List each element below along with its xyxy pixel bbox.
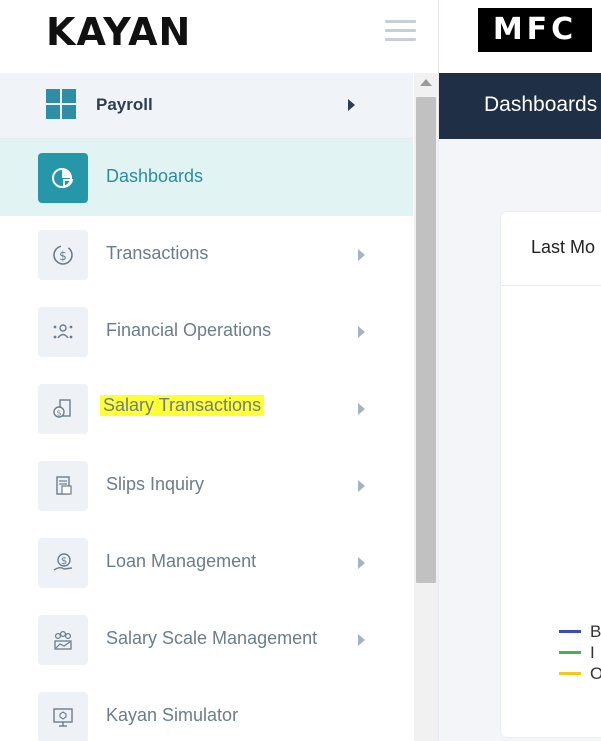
svg-text:$: $ [61,556,67,567]
divider [501,285,601,286]
dashboard-card: Last Mo B I O [501,212,601,737]
sidebar-menu: Payroll Dashboards $ Transactions Financ… [0,73,413,741]
sidebar: KAYAN Payroll Dashboards $ Transactions … [0,0,439,741]
page-header: Dashboards [439,73,601,139]
chevron-right-icon [358,403,365,415]
sidebar-item-financial-operations[interactable]: Financial Operations [0,293,413,370]
chevron-right-icon [348,99,355,111]
sidebar-item-label: Dashboards [106,166,204,186]
sidebar-item-kayan-simulator[interactable]: Kayan Simulator [0,678,413,741]
logo-area: KAYAN [0,0,438,73]
chevron-right-icon [358,480,365,492]
slip-document-icon [38,461,88,511]
sidebar-item-label: Salary Transactions [100,395,265,416]
people-network-icon [38,307,88,357]
legend-label: B [590,622,601,641]
card-title: Last Mo [531,237,596,257]
sidebar-item-label: Kayan Simulator [106,705,239,725]
sidebar-item-label: Salary Scale Management [106,628,318,648]
salary-document-icon: $ [38,384,88,434]
grid-icon [46,89,78,121]
sidebar-item-loan-management[interactable]: $ Loan Management [0,524,413,601]
svg-text:$: $ [59,249,67,263]
legend-swatch [559,672,581,675]
dashboard-icon [38,153,88,203]
chevron-right-icon [358,326,365,338]
chevron-right-icon [358,249,365,261]
team-chart-icon [38,615,88,665]
sidebar-item-label: Loan Management [106,551,257,571]
hamburger-menu-icon[interactable] [385,20,416,41]
sidebar-item-transactions[interactable]: $ Transactions [0,216,413,293]
sidebar-item-label: Slips Inquiry [106,474,205,494]
legend-label: I [590,643,595,662]
monitor-icon [38,692,88,741]
chevron-right-icon [358,634,365,646]
svg-text:$: $ [56,409,61,418]
sidebar-item-salary-transactions[interactable]: $ Salary Transactions [0,370,413,447]
sidebar-item-dashboards[interactable]: Dashboards [0,139,413,216]
module-label: Payroll [96,95,153,114]
sidebar-item-label: Transactions [106,243,209,263]
sidebar-item-salary-scale-management[interactable]: Salary Scale Management [0,601,413,678]
scroll-up-arrow-icon[interactable] [420,79,432,86]
header-bar: MFC [439,0,601,73]
legend-swatch [559,651,581,654]
scroll-thumb[interactable] [416,97,436,583]
page-title: Dashboards [484,93,598,116]
chevron-right-icon [358,557,365,569]
main-content: MFC Dashboards Last Mo B I O [439,0,601,741]
sidebar-scrollbar[interactable] [414,73,438,741]
loan-hand-icon: $ [38,538,88,588]
brand-logo[interactable]: MFC [478,8,592,52]
legend-swatch [559,630,581,633]
legend-label: O [590,664,601,683]
module-payroll[interactable]: Payroll [0,73,413,139]
dollar-refresh-icon: $ [38,230,88,280]
sidebar-item-slips-inquiry[interactable]: Slips Inquiry [0,447,413,524]
kayan-logo[interactable]: KAYAN [46,10,191,54]
sidebar-item-label: Financial Operations [106,320,272,340]
